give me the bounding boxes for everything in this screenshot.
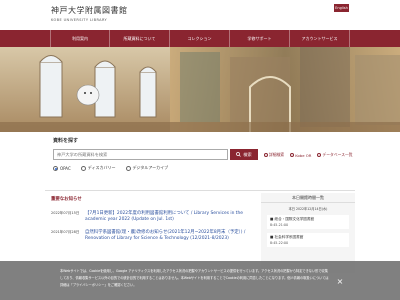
search-input[interactable]: [53, 149, 228, 160]
advanced-search-link[interactable]: 詳細検索: [264, 152, 284, 158]
radio-opac[interactable]: OPAC: [53, 165, 71, 171]
main-nav: 利用案内 所蔵資料について コレクション 学修サポート アカウントサービス: [0, 30, 400, 47]
library-hours: 8:45-21:00: [270, 223, 289, 227]
site-logo[interactable]: 神戸大学附属図書館 KOBE UNIVERSITY LIBRARY: [51, 5, 128, 22]
radio-dot: [80, 165, 86, 171]
divider: [45, 190, 355, 191]
library-hours: 8:45-22:00: [270, 241, 289, 245]
library-entry[interactable]: ■ 社会科学系図書館 8:45-22:00: [267, 233, 349, 247]
notices-title: 重要なお知らせ: [51, 197, 82, 202]
notice-link[interactable]: 【7月1日更新】2022年度の利用図書館利用について / Library Ser…: [85, 211, 251, 223]
english-button[interactable]: English: [334, 4, 349, 12]
nav-item-guide[interactable]: 利用案内: [50, 30, 110, 47]
nav-item-collections[interactable]: コレクション: [170, 30, 230, 47]
search-links: 詳細検索 Kobe OR データベース一覧: [264, 152, 353, 158]
radio-digital-archive[interactable]: デジタルアーカイブ: [125, 165, 168, 171]
list-item: 2022年07月15日 【7月1日更新】2022年度の利用図書館利用について /…: [51, 211, 251, 223]
library-name: ■ 総合・国際文化学図書館: [270, 217, 315, 221]
notice-link[interactable]: 自然科学系図書館(理・農)改修のお知らせ(2021年12月~2022年8月末（予…: [85, 230, 251, 242]
site-header: 神戸大学附属図書館 KOBE UNIVERSITY LIBRARY Englis…: [0, 0, 400, 30]
library-entry[interactable]: ■ 総合・国際文化学図書館 8:45-21:00: [267, 215, 349, 229]
search-button-label: 検索: [243, 151, 252, 157]
search-icon: [236, 152, 242, 157]
library-name: ■ 社会科学系図書館: [270, 235, 304, 239]
nav-item-holdings[interactable]: 所蔵資料について: [110, 30, 170, 47]
search-icon: [264, 153, 268, 157]
search-panel: 資料を探す 検索 詳細検索 Kobe OR データベース一覧 OPAC ディスカ…: [45, 132, 355, 184]
list-item: 2021年07月28日 自然科学系図書館(理・農)改修のお知らせ(2021年12…: [51, 230, 251, 242]
kobe-or-link[interactable]: Kobe OR: [290, 152, 311, 158]
nav-item-account-service[interactable]: アカウントサービス: [290, 30, 350, 47]
database-list-link[interactable]: データベース一覧: [317, 152, 353, 158]
search-title: 資料を探す: [53, 138, 79, 144]
notice-date: 2022年07月15日: [51, 211, 80, 215]
nav-item-learning-support[interactable]: 学修サポート: [230, 30, 290, 47]
list-icon: [317, 153, 322, 157]
cookie-text: 本Webサイトでは、Cookieを使用し、Google アナリティクスを利用した…: [60, 269, 329, 287]
search-button[interactable]: 検索: [230, 149, 258, 160]
radio-discovery[interactable]: ディスカバリー: [80, 165, 116, 171]
close-icon[interactable]: ×: [335, 277, 345, 287]
hero-image: [0, 47, 400, 132]
site-title-ja: 神戸大学附属図書館: [51, 6, 128, 15]
radio-dot: [125, 165, 131, 171]
notice-date: 2021年07月28日: [51, 230, 80, 234]
notices-list: 2022年07月15日 【7月1日更新】2022年度の利用図書館利用について /…: [51, 211, 251, 249]
radio-dot-selected: [53, 165, 58, 171]
search-target-options: OPAC ディスカバリー デジタルアーカイブ: [53, 165, 168, 171]
external-link-icon: [290, 153, 295, 157]
site-title-en: KOBE UNIVERSITY LIBRARY: [51, 18, 108, 22]
opening-hours-title: 本日開館時間一覧: [261, 193, 355, 203]
opening-hours-date: 本日 2022年12月14日(水): [288, 207, 328, 211]
